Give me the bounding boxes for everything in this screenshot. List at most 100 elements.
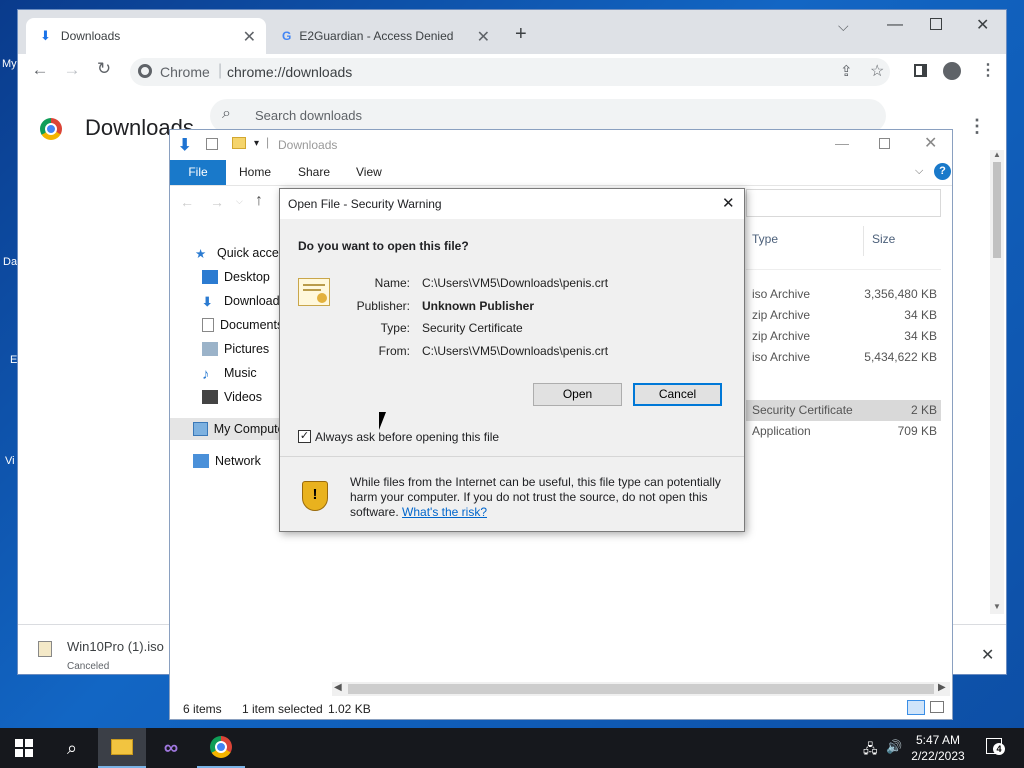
column-type[interactable]: Type bbox=[752, 232, 778, 246]
file-explorer-taskbar-button[interactable] bbox=[98, 728, 146, 768]
share-icon[interactable]: ⇪ bbox=[840, 62, 853, 80]
tab-search-icon[interactable]: ⌵ bbox=[838, 18, 849, 35]
file-row[interactable]: iso Archive 5,434,622 KB bbox=[746, 347, 941, 368]
up-button[interactable]: ↑ bbox=[255, 192, 263, 210]
page-scrollbar[interactable]: ▲ ▼ bbox=[990, 150, 1004, 614]
notifications-icon[interactable]: 4 bbox=[986, 738, 1005, 755]
omnibox-url[interactable]: chrome://downloads bbox=[227, 64, 352, 80]
item-count: 6 items bbox=[183, 702, 222, 716]
desktop-icon-label[interactable]: My bbox=[2, 58, 17, 70]
visual-studio-taskbar-button[interactable]: ∞ bbox=[147, 728, 195, 768]
shelf-file-name[interactable]: Win10Pro (1).iso bbox=[67, 639, 164, 654]
search-box[interactable] bbox=[746, 189, 941, 217]
search-downloads-input[interactable]: ⌕ Search downloads bbox=[210, 99, 886, 133]
expand-ribbon-icon[interactable]: ⌵ bbox=[915, 165, 923, 178]
tab-share[interactable]: Share bbox=[298, 160, 330, 185]
chrome-menu-icon[interactable]: ⋮ bbox=[980, 60, 996, 80]
help-icon[interactable]: ? bbox=[934, 163, 951, 180]
cancel-button[interactable]: Cancel bbox=[633, 383, 722, 406]
properties-icon[interactable] bbox=[206, 138, 218, 150]
column-size[interactable]: Size bbox=[872, 232, 895, 246]
nav-downloads[interactable]: ⬇ Downloads bbox=[202, 290, 286, 312]
nav-documents[interactable]: Documents bbox=[202, 314, 283, 336]
reload-button[interactable]: ↻ bbox=[92, 59, 116, 79]
bookmark-star-icon[interactable]: ☆ bbox=[870, 61, 884, 81]
tab-downloads[interactable]: ⬇ Downloads ✕ bbox=[26, 18, 266, 54]
always-ask-label[interactable]: Always ask before opening this file bbox=[315, 430, 499, 444]
omnibox[interactable]: Chrome | chrome://downloads ⇪ ☆ bbox=[130, 58, 890, 86]
back-button[interactable]: ← bbox=[28, 60, 52, 80]
chrome-logo-icon bbox=[40, 118, 62, 140]
close-tab-icon[interactable]: ✕ bbox=[243, 27, 256, 47]
forward-button[interactable]: → bbox=[210, 194, 224, 210]
chrome-taskbar-button[interactable] bbox=[197, 728, 245, 768]
forward-button[interactable]: → bbox=[60, 60, 84, 80]
explorer-title: Downloads bbox=[278, 138, 338, 152]
search-button[interactable]: ⌕ bbox=[48, 728, 96, 768]
always-ask-checkbox[interactable]: ✓ bbox=[298, 430, 311, 443]
tab-e2guardian[interactable]: G E2Guardian - Access Denied ✕ bbox=[268, 18, 500, 54]
nav-desktop[interactable]: Desktop bbox=[202, 266, 270, 288]
notification-count: 4 bbox=[993, 743, 1005, 755]
whats-the-risk-link[interactable]: What's the risk? bbox=[402, 505, 487, 519]
maximize-button[interactable] bbox=[879, 138, 890, 149]
close-tab-icon[interactable]: ✕ bbox=[477, 27, 490, 47]
computer-icon bbox=[193, 422, 208, 436]
desktop-icon-label[interactable]: Da bbox=[3, 256, 17, 268]
warning-message: While files from the Internet can be use… bbox=[350, 475, 730, 520]
minimize-button[interactable]: — bbox=[835, 135, 849, 151]
status-bar: 6 items 1 item selected 1.02 KB bbox=[170, 697, 952, 719]
scroll-thumb[interactable] bbox=[348, 684, 934, 694]
horizontal-scrollbar[interactable]: ◀ ▶ bbox=[332, 682, 950, 696]
scroll-left-arrow[interactable]: ◀ bbox=[334, 682, 342, 693]
minimize-button[interactable]: — bbox=[887, 16, 903, 34]
close-window-button[interactable]: ✕ bbox=[976, 15, 989, 35]
close-window-button[interactable]: ✕ bbox=[924, 133, 937, 153]
scroll-thumb[interactable] bbox=[993, 162, 1001, 258]
tab-file[interactable]: File bbox=[170, 160, 226, 185]
scroll-down-arrow[interactable]: ▼ bbox=[993, 602, 1001, 611]
volume-icon[interactable]: 🔊 bbox=[886, 739, 902, 755]
nav-music[interactable]: ♪ Music bbox=[202, 362, 257, 384]
type-label: Type: bbox=[380, 321, 410, 335]
profile-avatar[interactable] bbox=[943, 62, 961, 80]
desktop-icon-label[interactable]: E bbox=[10, 354, 17, 366]
publisher-label: Publisher: bbox=[356, 299, 410, 313]
file-row[interactable]: Security Certificate 2 KB bbox=[746, 400, 941, 421]
nav-network[interactable]: Network bbox=[193, 450, 261, 472]
file-row[interactable]: iso Archive 3,356,480 KB bbox=[746, 284, 941, 305]
nav-pictures[interactable]: Pictures bbox=[202, 338, 269, 360]
folder-icon[interactable] bbox=[232, 137, 246, 149]
new-tab-button[interactable]: + bbox=[515, 23, 527, 46]
dialog-close-icon[interactable]: ✕ bbox=[722, 194, 735, 212]
tab-home[interactable]: Home bbox=[239, 160, 271, 185]
file-row[interactable]: zip Archive 34 KB bbox=[746, 305, 941, 326]
side-panel-icon[interactable] bbox=[914, 64, 927, 77]
start-button[interactable] bbox=[0, 728, 48, 768]
scroll-up-arrow[interactable]: ▲ bbox=[993, 150, 1001, 159]
explorer-titlebar: ⬇ ▾ | Downloads — ✕ bbox=[170, 130, 952, 160]
network-status-icon[interactable]: 🖧 bbox=[863, 740, 878, 762]
close-shelf-icon[interactable]: ✕ bbox=[981, 645, 994, 665]
nav-videos[interactable]: Videos bbox=[202, 386, 262, 408]
recent-locations-icon[interactable]: ⌵ bbox=[236, 196, 243, 207]
clock[interactable]: 5:47 AM 2/22/2023 bbox=[906, 732, 970, 764]
search-icon: ⌕ bbox=[66, 737, 78, 758]
file-size: 34 KB bbox=[904, 308, 937, 322]
nav-quick-access[interactable]: ★ Quick access bbox=[195, 242, 291, 264]
open-button[interactable]: Open bbox=[533, 383, 622, 406]
back-button[interactable]: ← bbox=[180, 194, 194, 210]
file-type: Security Certificate bbox=[752, 403, 853, 417]
maximize-button[interactable] bbox=[930, 18, 942, 30]
large-icons-view-icon[interactable] bbox=[930, 701, 944, 713]
more-actions-icon[interactable]: ⋮ bbox=[968, 116, 986, 137]
file-row[interactable]: zip Archive 34 KB bbox=[746, 326, 941, 347]
details-view-icon[interactable] bbox=[907, 700, 925, 715]
nav-my-computer[interactable]: My Computer bbox=[170, 418, 282, 440]
quick-access-dropdown-icon[interactable]: ▾ bbox=[254, 138, 259, 149]
desktop-icon-label[interactable]: Vi bbox=[5, 455, 15, 467]
file-row[interactable]: Application 709 KB bbox=[746, 421, 941, 442]
network-icon bbox=[193, 454, 209, 468]
tab-view[interactable]: View bbox=[356, 160, 382, 185]
scroll-right-arrow[interactable]: ▶ bbox=[938, 682, 946, 693]
